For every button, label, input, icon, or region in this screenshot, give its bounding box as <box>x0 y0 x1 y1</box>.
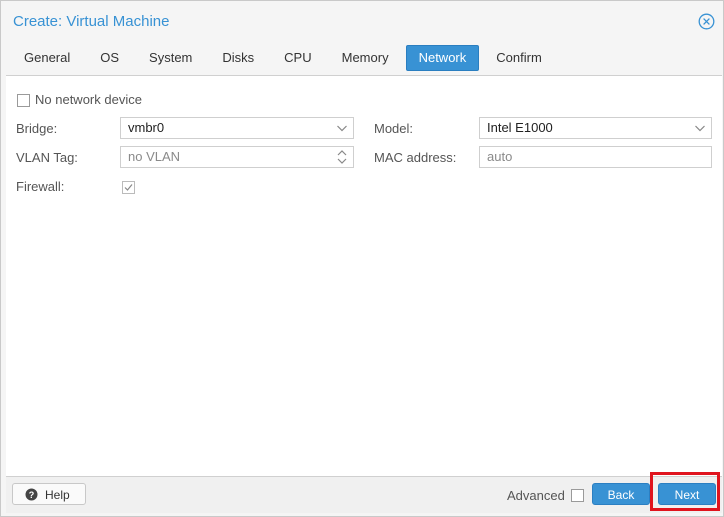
wizard-tabs: General OS System Disks CPU Memory Netwo… <box>11 45 559 71</box>
tab-os[interactable]: OS <box>87 45 132 71</box>
bridge-select[interactable]: vmbr0 <box>120 117 354 139</box>
chevron-down-icon[interactable] <box>336 118 348 138</box>
tab-confirm[interactable]: Confirm <box>483 45 555 71</box>
firewall-checkbox[interactable] <box>122 181 135 194</box>
model-value: Intel E1000 <box>487 120 553 135</box>
network-panel: No network device Bridge: vmbr0 VLAN Tag… <box>6 75 722 477</box>
firewall-label: Firewall: <box>16 179 65 194</box>
help-label: Help <box>45 488 70 502</box>
help-icon: ? <box>25 488 38 501</box>
bridge-value: vmbr0 <box>128 120 165 135</box>
mac-address-value: auto <box>487 149 513 164</box>
model-label: Model: <box>374 121 414 136</box>
advanced-label: Advanced <box>507 488 565 503</box>
vlan-tag-value: no VLAN <box>128 149 181 164</box>
advanced-checkbox[interactable] <box>571 489 584 502</box>
svg-text:?: ? <box>29 490 35 500</box>
tab-system[interactable]: System <box>136 45 205 71</box>
tab-general[interactable]: General <box>11 45 83 71</box>
dialog-title: Create: Virtual Machine <box>13 13 170 30</box>
spinner-updown-icon[interactable] <box>336 147 348 167</box>
chevron-down-icon[interactable] <box>694 118 706 138</box>
mac-address-input[interactable]: auto <box>479 146 712 168</box>
next-button[interactable]: Next <box>658 483 716 505</box>
back-button[interactable]: Back <box>592 483 650 505</box>
vlan-tag-label: VLAN Tag: <box>16 150 78 165</box>
vlan-tag-spinner[interactable]: no VLAN <box>120 146 354 168</box>
mac-address-label: MAC address: <box>374 150 457 165</box>
no-network-device-checkbox[interactable] <box>17 94 30 107</box>
tab-cpu[interactable]: CPU <box>271 45 324 71</box>
model-select[interactable]: Intel E1000 <box>479 117 712 139</box>
tab-memory[interactable]: Memory <box>329 45 402 71</box>
no-network-device-label: No network device <box>35 92 142 107</box>
create-vm-dialog: Create: Virtual Machine General OS Syste… <box>0 0 724 517</box>
tab-disks[interactable]: Disks <box>209 45 267 71</box>
bridge-label: Bridge: <box>16 121 58 136</box>
tab-network[interactable]: Network <box>405 45 480 71</box>
help-button[interactable]: ? Help <box>12 483 86 505</box>
dialog-footer: ? Help Advanced Back Next <box>6 477 722 513</box>
close-icon[interactable] <box>698 13 715 30</box>
